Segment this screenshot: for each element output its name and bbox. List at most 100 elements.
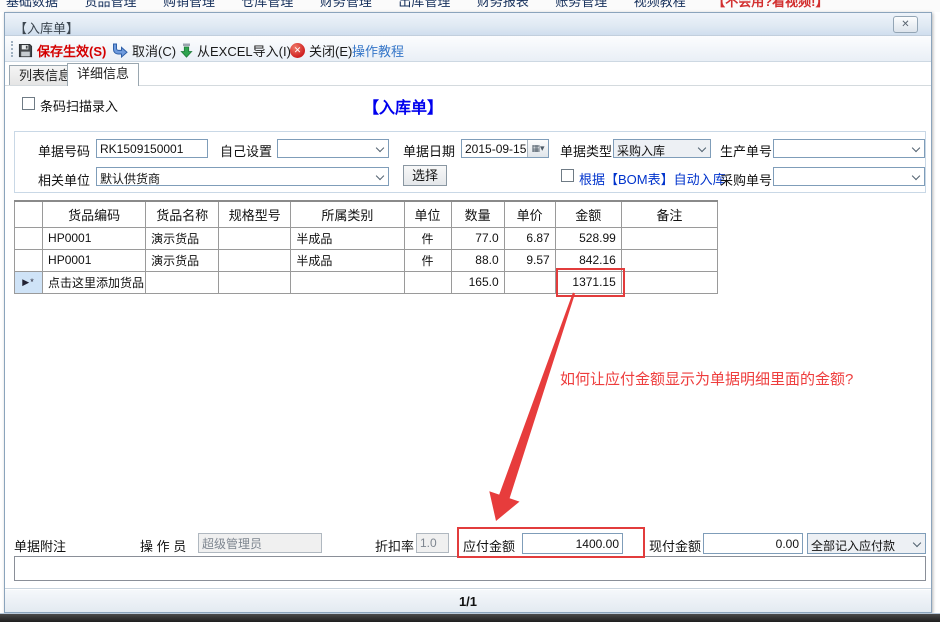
cell-amount[interactable]: 842.16 [555,249,621,271]
doc-no-input[interactable] [96,139,208,158]
col-amount[interactable]: 金额 [555,201,621,227]
close-icon: ✕ [290,43,305,58]
cell-unit[interactable]: 件 [404,227,451,249]
undo-arrow-icon [110,43,128,58]
col-marker [15,201,43,227]
production-no-combo[interactable] [773,139,925,158]
date-label: 单据日期 [403,141,455,160]
window-title: 【入库单】 [14,18,79,37]
excel-import-button[interactable]: 从EXCEL导入(I) [180,41,291,59]
cell-price[interactable]: 6.87 [504,227,555,249]
dropdown-arrow-icon [376,172,384,180]
doc-note-input[interactable] [14,556,926,581]
page-indicator: 1/1 [5,594,931,609]
menu-item[interactable]: 视频教程 [634,0,686,10]
menu-item[interactable]: 账务管理 [555,0,607,10]
cell-note[interactable] [621,227,717,249]
col-category[interactable]: 所属类别 [291,201,404,227]
bom-auto-label[interactable]: 根据【BOM表】自动入库 [579,169,726,188]
payment-mode-value: 全部记入应付款 [811,537,895,554]
menu-item-video-highlight[interactable]: 【不会用?看视频!】 [712,0,828,10]
cell-spec[interactable] [219,227,291,249]
bottom-dark-strip [0,613,940,622]
cancel-button-label: 取消(C) [132,41,176,60]
cell-name[interactable] [146,271,219,293]
close-form-button[interactable]: ✕ 关闭(E) [290,41,352,59]
table-row: HP0001 演示货品 半成品 件 88.0 9.57 842.16 [15,249,718,271]
save-button-label: 保存生效(S) [37,41,106,60]
col-code[interactable]: 货品编码 [43,201,146,227]
paid-label: 现付金额 [649,536,701,555]
cell-price[interactable]: 9.57 [504,249,555,271]
doc-type-value: 采购入库 [617,142,665,159]
tab-strip [5,62,931,86]
cell-spec[interactable] [219,271,291,293]
menu-bar: 基础数据 货品管理 购销管理 仓库管理 财务管理 出库管理 财务报表 账务管理 … [0,0,940,12]
window-close-button[interactable]: ✕ [893,16,918,33]
cell-qty[interactable]: 88.0 [451,249,504,271]
cell-category[interactable] [291,271,404,293]
cell-category[interactable]: 半成品 [291,227,404,249]
col-spec[interactable]: 规格型号 [219,201,291,227]
barcode-scan-checkbox[interactable] [22,97,35,110]
operator-input [198,533,322,553]
cancel-button[interactable]: 取消(C) [110,41,176,59]
items-table: 货品编码 货品名称 规格型号 所属类别 单位 数量 单价 金额 备注 HP000… [14,200,718,294]
menu-item[interactable]: 财务管理 [320,0,372,10]
menu-item[interactable]: 仓库管理 [241,0,293,10]
paid-input[interactable] [703,533,803,554]
cell-spec[interactable] [219,249,291,271]
col-qty[interactable]: 数量 [451,201,504,227]
menu-item[interactable]: 货品管理 [84,0,136,10]
payable-label: 应付金额 [463,536,515,555]
active-row-marker: ▶* [15,271,43,293]
bom-auto-checkbox[interactable] [561,169,574,182]
col-price[interactable]: 单价 [504,201,555,227]
cell-category[interactable]: 半成品 [291,249,404,271]
payment-mode-combo[interactable]: 全部记入应付款 [807,533,926,554]
menu-item[interactable]: 基础数据 [6,0,58,10]
related-unit-label: 相关单位 [38,170,90,189]
calendar-icon[interactable]: ▦▾ [527,140,548,157]
cell-unit[interactable]: 件 [404,249,451,271]
cell-amount[interactable]: 528.99 [555,227,621,249]
doc-type-combo[interactable]: 采购入库 [613,139,711,158]
form-title: 【入库单】 [363,94,443,118]
cell-note[interactable] [621,271,717,293]
dropdown-arrow-icon [698,144,706,152]
discount-label: 折扣率 [375,536,414,555]
window-titlebar [5,13,931,36]
cell-code[interactable]: HP0001 [43,227,146,249]
add-item-cell[interactable]: 点击这里添加货品 [43,271,146,293]
tab-content-divider [5,85,931,86]
cell-name[interactable]: 演示货品 [146,227,219,249]
self-set-label: 自己设置 [220,141,272,160]
date-value: 2015-09-15 [465,142,526,156]
cell-name[interactable]: 演示货品 [146,249,219,271]
cell-code[interactable]: HP0001 [43,249,146,271]
purchase-no-combo[interactable] [773,167,925,186]
menu-row: 基础数据 货品管理 购销管理 仓库管理 财务管理 出库管理 财务报表 账务管理 … [6,0,851,11]
menu-item[interactable]: 财务报表 [477,0,529,10]
discount-input [416,533,449,553]
cell-qty[interactable]: 77.0 [451,227,504,249]
select-button[interactable]: 选择 [403,165,447,186]
related-unit-combo[interactable]: 默认供货商 [96,167,389,186]
col-unit[interactable]: 单位 [404,201,451,227]
save-button[interactable]: 保存生效(S) [18,41,106,59]
date-picker[interactable]: 2015-09-15 ▦▾ [461,139,549,158]
tab-detail-info[interactable]: 详细信息 [67,63,139,86]
col-name[interactable]: 货品名称 [146,201,219,227]
menu-item[interactable]: 出库管理 [398,0,450,10]
toolbar-grip[interactable] [11,41,13,57]
tutorial-link[interactable]: 操作教程 [352,41,404,59]
menu-item[interactable]: 购销管理 [163,0,215,10]
cell-unit[interactable] [404,271,451,293]
cell-note[interactable] [621,249,717,271]
screen: 基础数据 货品管理 购销管理 仓库管理 财务管理 出库管理 财务报表 账务管理 … [0,0,940,622]
payable-input[interactable] [522,533,623,554]
col-note[interactable]: 备注 [621,201,717,227]
barcode-scan-label: 条码扫描录入 [40,96,118,115]
self-set-combo[interactable] [277,139,389,158]
cell-price[interactable] [504,271,555,293]
